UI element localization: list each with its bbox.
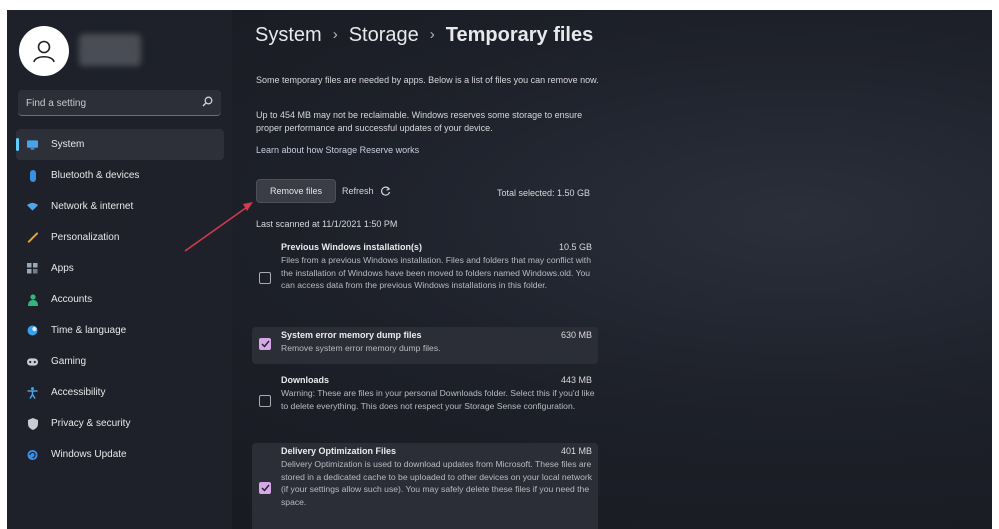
settings-window: System Bluetooth & devices Network & int…	[7, 10, 992, 529]
annotation-arrow-icon	[184, 202, 253, 252]
